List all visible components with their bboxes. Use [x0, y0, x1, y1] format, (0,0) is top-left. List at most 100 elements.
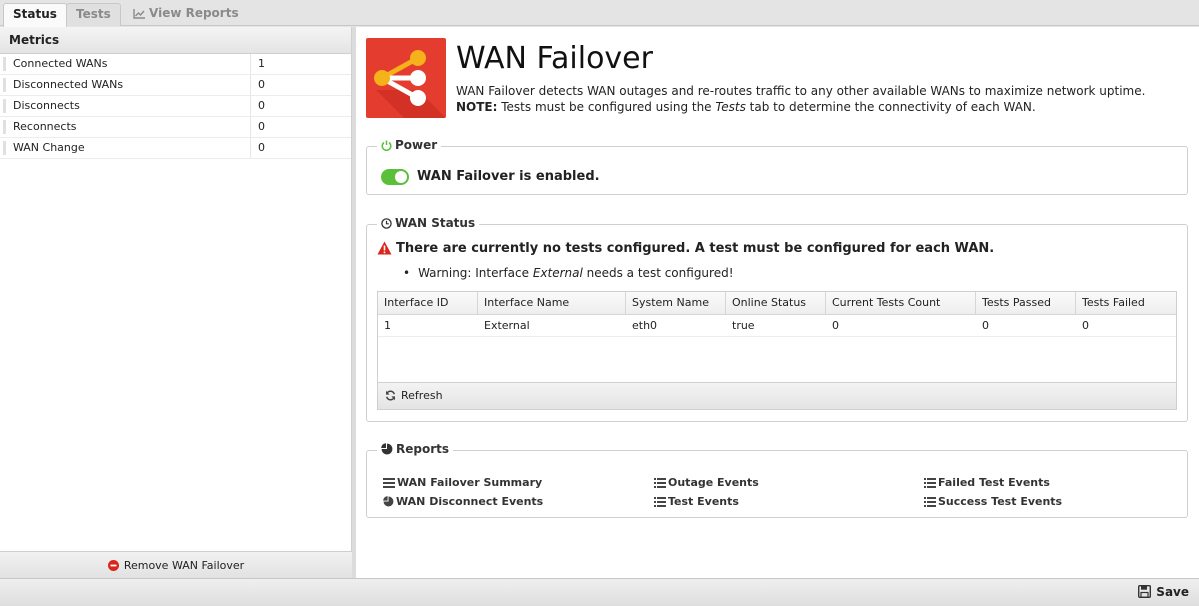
app-title: WAN Failover [456, 41, 653, 76]
column-header[interactable]: Interface ID [378, 292, 478, 314]
metric-name: Connected WANs [13, 57, 108, 70]
wan-failover-app-icon [366, 38, 446, 118]
power-status: WAN Failover is enabled. [417, 169, 600, 184]
line-chart-icon [133, 9, 145, 19]
list-icon [924, 497, 936, 507]
metric-row: Connected WANs 1 [0, 54, 351, 75]
app-description: WAN Failover detects WAN outages and re-… [456, 83, 1186, 115]
table-cell: 0 [1082, 319, 1089, 332]
metric-row: Disconnected WANs 0 [0, 75, 351, 96]
list-icon [924, 478, 936, 488]
list-icon [654, 478, 666, 488]
save-button[interactable]: Save [1138, 584, 1189, 599]
refresh-label: Refresh [401, 389, 443, 402]
column-header[interactable]: Online Status [726, 292, 826, 314]
report-label: WAN Failover Summary [397, 476, 543, 489]
wan-status-section: WAN Status There are currently no tests … [366, 216, 1188, 422]
wan-status-grid: Interface ID Interface Name System Name … [377, 291, 1177, 410]
save-icon [1138, 584, 1152, 599]
warning-icon [377, 241, 392, 255]
reports-section: Reports WAN Failover Summary WAN Disconn… [366, 442, 1188, 518]
tab-view-reports-label: View Reports [149, 6, 239, 20]
note-pre: Tests must be configured using the [497, 100, 716, 114]
remove-app-button[interactable]: Remove WAN Failover [0, 551, 352, 578]
note-label: NOTE: [456, 100, 498, 114]
report-link-outage-events[interactable]: Outage Events [654, 476, 759, 489]
interface-warning: Warning: Interface External needs a test… [403, 266, 734, 280]
report-link-wan-failover-summary[interactable]: WAN Failover Summary [383, 476, 542, 489]
report-label: Outage Events [668, 476, 759, 489]
column-header[interactable]: Interface Name [478, 292, 626, 314]
report-label: Test Events [668, 495, 739, 508]
table-row[interactable]: 1 External eth0 true 0 0 0 [378, 315, 1176, 337]
list-icon [654, 497, 666, 507]
note-tab: Tests [715, 100, 746, 114]
tab-status[interactable]: Status [3, 3, 67, 27]
no-tests-warning-text: There are currently no tests configured.… [396, 241, 995, 256]
table-cell: External [484, 319, 530, 332]
note-post: tab to determine the connectivity of eac… [745, 100, 1036, 114]
interface-warning-iface: External [532, 266, 583, 280]
wan-status-legend-label: WAN Status [395, 216, 476, 230]
table-cell: 0 [832, 319, 839, 332]
table-cell: 0 [982, 319, 989, 332]
report-label: Success Test Events [938, 495, 1063, 508]
tab-view-reports[interactable]: View Reports [124, 3, 248, 26]
wan-status-legend: WAN Status [377, 216, 480, 230]
metric-name: WAN Change [13, 141, 85, 154]
app-note: NOTE: Tests must be configured using the… [456, 99, 1186, 115]
metric-row: Disconnects 0 [0, 96, 351, 117]
reports-legend-label: Reports [396, 442, 450, 456]
metric-row: Reconnects 0 [0, 117, 351, 138]
main-panel: WAN Failover WAN Failover detects WAN ou… [356, 27, 1199, 578]
column-header[interactable]: System Name [626, 292, 726, 314]
report-link-success-test-events[interactable]: Success Test Events [924, 495, 1062, 508]
tab-tests[interactable]: Tests [66, 3, 121, 26]
interface-warning-pre: Warning: Interface [418, 266, 533, 280]
column-header[interactable]: Tests Failed [1076, 292, 1176, 314]
no-tests-warning: There are currently no tests configured.… [377, 241, 994, 256]
power-icon [381, 140, 392, 151]
metric-value: 0 [250, 138, 350, 158]
power-legend: Power [377, 138, 442, 152]
pie-chart-icon [383, 496, 394, 507]
grid-header: Interface ID Interface Name System Name … [378, 292, 1176, 315]
remove-app-label: Remove WAN Failover [123, 559, 245, 572]
refresh-button[interactable]: Refresh [378, 382, 1176, 409]
power-toggle[interactable] [381, 169, 409, 185]
metric-row: WAN Change 0 [0, 138, 351, 159]
metric-name: Disconnected WANs [13, 78, 124, 91]
bottom-toolbar: Save [0, 578, 1199, 606]
refresh-icon [385, 390, 396, 401]
table-cell: eth0 [632, 319, 658, 332]
metrics-panel: Metrics Connected WANs 1 Disconnected WAN… [0, 27, 352, 578]
report-label: WAN Disconnect Events [396, 495, 544, 508]
column-header[interactable]: Current Tests Count [826, 292, 976, 314]
table-cell: 1 [384, 319, 391, 332]
list-icon [383, 478, 395, 488]
table-cell: true [732, 319, 755, 332]
tab-tests-label: Tests [76, 7, 111, 21]
metric-name: Disconnects [13, 99, 80, 112]
metrics-header: Metrics [0, 27, 351, 54]
tab-bar: Status Tests View Reports [0, 0, 1199, 27]
power-section: Power WAN Failover is enabled. [366, 138, 1188, 195]
clock-icon [381, 218, 392, 229]
report-label: Failed Test Events [938, 476, 1050, 489]
interface-warning-post: needs a test configured! [582, 266, 734, 280]
report-link-test-events[interactable]: Test Events [654, 495, 739, 508]
metric-value: 1 [250, 54, 350, 74]
power-legend-label: Power [395, 138, 438, 152]
metric-value: 0 [250, 117, 350, 137]
minus-circle-icon [107, 560, 119, 571]
app-description-text: WAN Failover detects WAN outages and re-… [456, 84, 1146, 98]
reports-legend: Reports [377, 442, 454, 456]
pie-chart-icon [381, 443, 393, 455]
metric-value: 0 [250, 75, 350, 95]
metric-value: 0 [250, 96, 350, 116]
metric-name: Reconnects [13, 120, 77, 133]
report-link-failed-test-events[interactable]: Failed Test Events [924, 476, 1050, 489]
tab-status-label: Status [13, 7, 57, 21]
report-link-wan-disconnect-events[interactable]: WAN Disconnect Events [383, 495, 543, 508]
column-header[interactable]: Tests Passed [976, 292, 1076, 314]
